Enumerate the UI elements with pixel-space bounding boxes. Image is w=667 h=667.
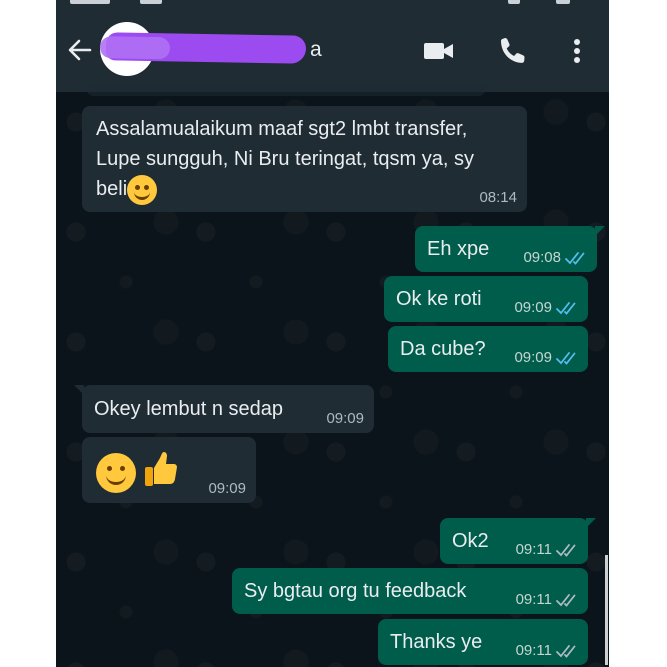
- message-outgoing[interactable]: Eh xpe 09:08: [415, 226, 605, 272]
- thumbs-up-emoji-icon: [145, 452, 177, 486]
- signal-icon: [508, 0, 520, 4]
- double-check-delivered-icon: [556, 594, 576, 607]
- message-time: 09:11: [515, 541, 552, 558]
- message-time: 09:11: [515, 591, 552, 608]
- bubble-tail: [595, 226, 605, 236]
- message-text: Thanks ye: [390, 631, 483, 653]
- double-check-delivered-icon: [556, 645, 576, 658]
- message-incoming[interactable]: Okey lembut n sedap 09:09: [74, 385, 374, 433]
- status-notification-icon: [140, 0, 162, 4]
- bubble-tail: [74, 385, 84, 395]
- contact-name[interactable]: a: [310, 38, 322, 62]
- message-incoming[interactable]: 09:09: [82, 437, 256, 503]
- message-text-line: Lupe sungguh, Ni Bru teringat, tqsm ya, …: [96, 148, 474, 170]
- message-text: Da cube?: [400, 338, 486, 360]
- cropped-previous-message: [86, 84, 486, 96]
- smiling-face-emoji-icon: [96, 453, 136, 493]
- contact-name-redaction: [105, 32, 307, 64]
- video-camera-icon[interactable]: [422, 34, 456, 68]
- status-time-icon: [70, 0, 110, 4]
- bubble-tail: [586, 518, 596, 528]
- phone-icon[interactable]: [496, 34, 530, 68]
- message-incoming[interactable]: Assalamualaikum maaf sgt2 lmbt transfer,…: [82, 106, 527, 212]
- message-outgoing[interactable]: Ok2 09:11: [440, 518, 596, 564]
- message-text: Eh xpe: [427, 238, 490, 260]
- message-text-line: Assalamualaikum maaf sgt2 lmbt transfer,: [96, 118, 468, 140]
- message-text: Okey lembut n sedap: [94, 398, 283, 420]
- double-check-read-icon: [565, 252, 585, 265]
- status-bar: [56, 0, 609, 8]
- message-time: 08:14: [479, 189, 517, 206]
- more-vertical-icon[interactable]: [564, 34, 590, 68]
- message-text: Sy bgtau org tu feedback: [244, 580, 467, 602]
- chat-screen: a Assalamualaikum maaf sgt2 lmbt transfe…: [56, 0, 609, 667]
- arrow-left-icon[interactable]: [66, 36, 94, 64]
- message-text-word: beli: [96, 178, 128, 200]
- message-time: 09:09: [208, 480, 246, 497]
- message-text: Ok ke roti: [396, 288, 482, 310]
- message-outgoing[interactable]: Sy bgtau org tu feedback 09:11: [232, 568, 588, 614]
- double-check-read-icon: [556, 352, 576, 365]
- message-outgoing[interactable]: Da cube? 09:09: [388, 326, 588, 372]
- message-time: 09:09: [514, 349, 552, 366]
- message-time: 09:08: [523, 249, 561, 266]
- message-time: 09:11: [515, 642, 552, 659]
- message-outgoing[interactable]: Ok ke roti 09:09: [384, 276, 588, 322]
- message-time: 09:09: [326, 410, 364, 427]
- battery-icon: [556, 0, 570, 4]
- message-outgoing[interactable]: Thanks ye 09:11: [378, 619, 588, 665]
- scrollbar[interactable]: [605, 555, 608, 665]
- double-check-delivered-icon: [556, 544, 576, 557]
- message-text: Ok2: [452, 530, 489, 552]
- smiling-face-emoji-icon: [127, 174, 158, 205]
- message-text-line: beli: [96, 174, 474, 205]
- chat-header: a: [56, 8, 609, 92]
- double-check-read-icon: [556, 302, 576, 315]
- message-time: 09:09: [514, 299, 552, 316]
